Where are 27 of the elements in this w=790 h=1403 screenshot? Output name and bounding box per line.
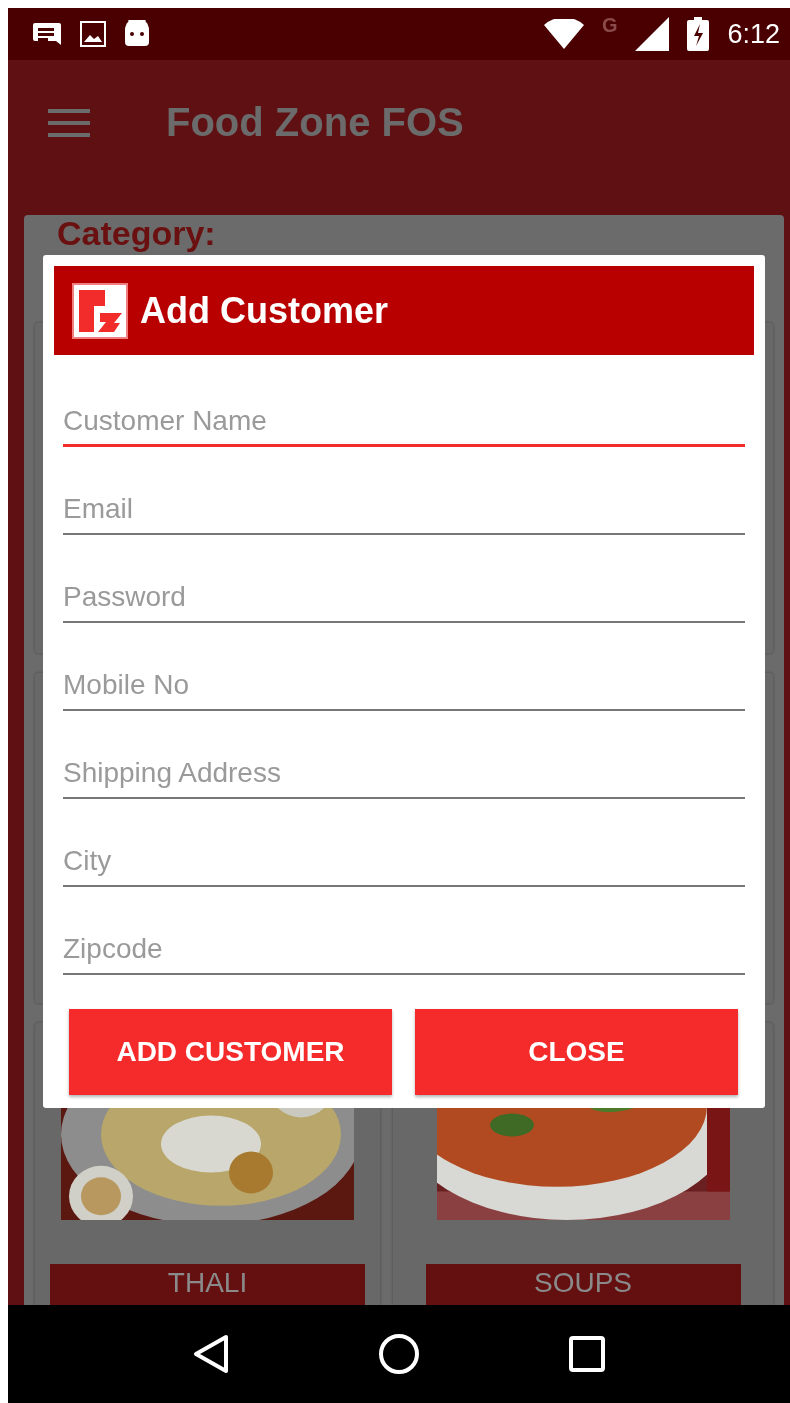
input-field[interactable]: Mobile No <box>63 641 745 711</box>
add-customer-button[interactable]: ADD CUSTOMER <box>69 1009 392 1095</box>
home-icon[interactable] <box>378 1333 420 1375</box>
signal-icon <box>635 17 670 51</box>
network-type: G <box>601 14 618 37</box>
close-button[interactable]: CLOSE <box>415 1009 738 1095</box>
image-icon <box>80 21 106 47</box>
battery-icon <box>687 17 710 51</box>
category-heading: Category: <box>57 215 216 251</box>
dialog-title: Add Customer <box>140 289 388 332</box>
input-field[interactable]: City <box>63 817 745 887</box>
wifi-icon <box>543 19 584 49</box>
input-field[interactable]: Password <box>63 553 745 623</box>
clock: 6:12 <box>727 18 780 50</box>
input-field[interactable]: Zipcode <box>63 905 745 975</box>
back-icon[interactable] <box>192 1334 229 1374</box>
logo-icon <box>72 282 128 339</box>
input-field[interactable]: Email <box>63 465 745 535</box>
category-label[interactable]: THALI <box>50 1264 365 1305</box>
recents-icon[interactable] <box>569 1336 606 1372</box>
app-title: Food Zone FOS <box>166 100 464 145</box>
android-icon <box>124 20 150 48</box>
menu-icon[interactable] <box>48 108 90 137</box>
input-field[interactable]: Customer Name <box>63 377 745 447</box>
input-field[interactable]: Shipping Address <box>63 729 745 799</box>
category-label[interactable]: SOUPS <box>425 1264 741 1305</box>
notification-icon <box>32 21 62 47</box>
